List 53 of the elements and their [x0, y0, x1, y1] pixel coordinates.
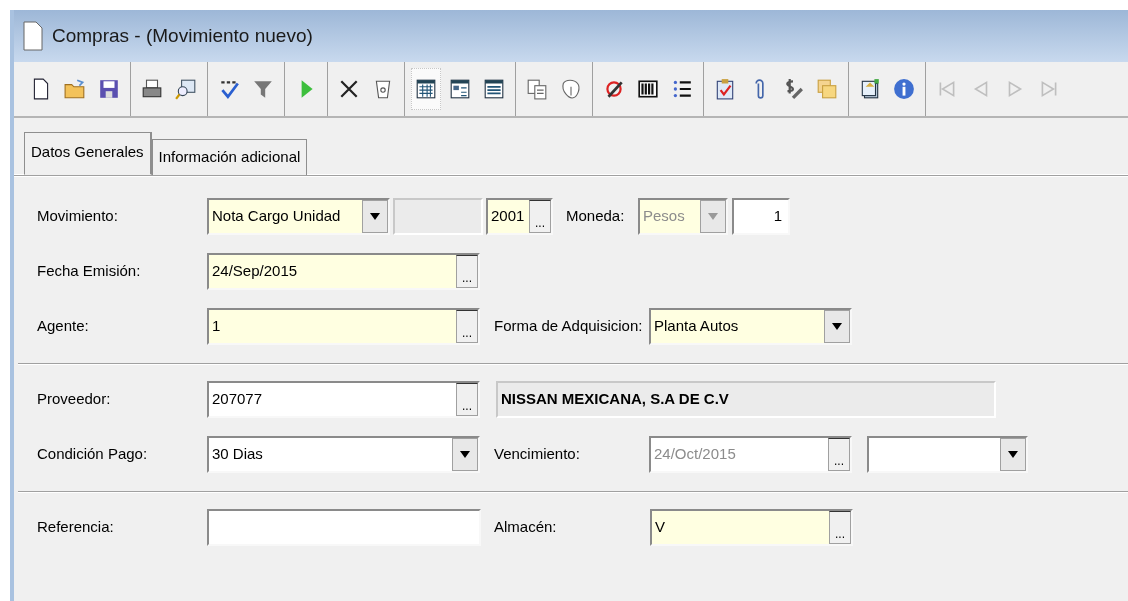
field-label: Agente: — [37, 316, 89, 334]
tab[interactable]: Información adicional — [151, 139, 308, 175]
field-label: Fecha Emisión: — [37, 261, 141, 279]
window-title: Compras - (Movimiento nuevo) — [52, 23, 313, 48]
form-icon — [449, 78, 471, 100]
browse-button[interactable]: ... — [456, 382, 478, 416]
dropdown-button[interactable] — [824, 309, 850, 343]
caret-icon — [460, 450, 470, 458]
browse-button[interactable]: ... — [529, 199, 551, 233]
shape-icon — [560, 78, 582, 100]
list-layout-icon — [483, 78, 505, 100]
caret-icon — [708, 212, 718, 220]
pen-icon — [603, 78, 625, 100]
dropdown-field[interactable]: 30 Dias — [207, 435, 480, 473]
table-icon — [415, 78, 437, 100]
text-field[interactable]: 1 — [732, 197, 790, 235]
field-label: Moneda: — [566, 206, 625, 224]
printer-icon — [141, 78, 163, 100]
copy-icon — [526, 78, 548, 100]
text-field[interactable] — [207, 508, 481, 546]
documents-icon — [859, 78, 881, 100]
document-icon — [22, 21, 44, 51]
funnel-icon — [252, 78, 274, 100]
field-label: Movimiento: — [37, 206, 118, 224]
dropdown-button[interactable] — [1000, 437, 1026, 471]
field-label: Almacén: — [494, 517, 557, 535]
folders-icon — [816, 78, 838, 100]
tab[interactable]: Datos Generales — [24, 132, 152, 175]
caret-icon — [1008, 450, 1018, 458]
field-label: Proveedor: — [37, 389, 111, 407]
paperclip-icon — [754, 79, 764, 99]
field-label: Vencimiento: — [494, 444, 580, 462]
clipboard-icon — [714, 78, 736, 100]
browse-button[interactable]: ... — [829, 510, 851, 544]
caret-icon — [832, 322, 842, 330]
spellcheck-icon — [218, 78, 240, 100]
table-button[interactable] — [411, 68, 441, 110]
field-label: Forma de Adquisicion: — [494, 316, 643, 334]
browse-button[interactable]: ... — [456, 309, 478, 343]
folder-icon — [64, 78, 86, 100]
info-icon — [893, 78, 915, 100]
readonly-field: NISSAN MEXICANA, S.A DE C.V — [496, 380, 996, 418]
dropdown-button[interactable] — [452, 437, 478, 471]
browse-button[interactable]: ... — [456, 254, 478, 288]
x-icon — [338, 78, 360, 100]
bullet-list-icon — [671, 78, 693, 100]
preview-icon — [175, 78, 197, 100]
field-label: Referencia: — [37, 517, 114, 535]
floppy-icon — [98, 78, 120, 100]
field-label: Condición Pago: — [37, 444, 148, 462]
caret-icon — [370, 212, 380, 220]
barcode-icon — [637, 78, 659, 100]
dropdown-button[interactable] — [362, 199, 388, 233]
